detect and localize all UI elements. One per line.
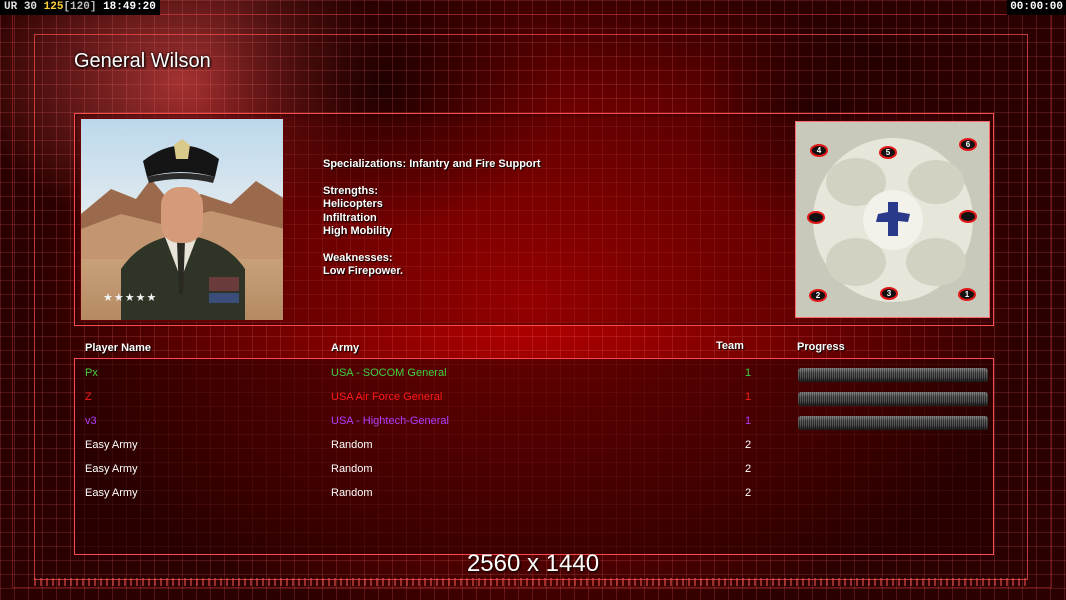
loading-screen: UR 30 125[120] 18:49:20 00:00:00 General… xyxy=(0,0,1066,600)
table-row: Z USA Air Force General 1 xyxy=(75,386,995,410)
game-timer: 00:00:00 xyxy=(1007,0,1066,15)
strengths-label: Strengths: xyxy=(323,184,378,197)
player-army: Random xyxy=(331,439,373,451)
general-title: General Wilson xyxy=(74,50,211,72)
general-portrait: ★★★★★ xyxy=(80,118,284,321)
fps-cap: [120] xyxy=(63,1,97,13)
table-row: Easy Army Random 2 xyxy=(75,482,995,506)
strength-item: Infiltration xyxy=(323,211,377,224)
column-header-progress: Progress xyxy=(797,341,845,353)
spawn-point: 5 xyxy=(879,146,897,159)
spawn-point: 2 xyxy=(809,289,827,302)
spawn-point xyxy=(807,211,825,224)
player-team: 1 xyxy=(745,415,752,427)
strength-item: High Mobility xyxy=(323,225,393,237)
spawn-point xyxy=(959,210,977,223)
player-roster: Px USA - SOCOM General 1 Z USA Air Force Gen… xyxy=(74,358,994,555)
table-row: Easy Army Random 2 xyxy=(75,434,995,458)
player-army: Random xyxy=(331,463,373,475)
spawn-point: 3 xyxy=(880,287,898,300)
loading-progress-bar xyxy=(798,368,988,382)
player-army: USA Air Force General xyxy=(331,391,443,403)
table-row: v3 USA - Hightech-General 1 xyxy=(75,410,995,434)
rank-stars: ★★★★★ xyxy=(103,292,158,304)
minimap: 4 5 6 2 3 1 xyxy=(795,121,990,318)
player-name: Z xyxy=(85,391,92,403)
strength-item: Helicopters xyxy=(323,198,383,210)
player-army: Random xyxy=(331,487,373,499)
player-team: 2 xyxy=(745,439,752,451)
table-row: Px USA - SOCOM General 1 xyxy=(75,362,995,386)
performance-hud: UR 30 125[120] 18:49:20 xyxy=(0,0,160,15)
player-name: Easy Army xyxy=(85,463,138,475)
weaknesses-label: Weaknesses: xyxy=(323,251,393,264)
spawn-point: 1 xyxy=(958,288,976,301)
player-name: Px xyxy=(85,367,98,379)
weakness-item: Low Firepower. xyxy=(323,265,404,277)
ur-label: UR xyxy=(4,1,18,13)
spawn-point: 6 xyxy=(959,138,977,151)
player-name: Easy Army xyxy=(85,487,138,499)
table-row: Easy Army Random 2 xyxy=(75,458,995,482)
loading-progress-bar xyxy=(798,416,988,430)
loading-progress-bar xyxy=(798,392,988,406)
player-army: USA - SOCOM General xyxy=(331,367,447,379)
player-army: USA - Hightech-General xyxy=(331,415,449,427)
column-header-team: Team xyxy=(716,340,744,352)
ur-value: 30 xyxy=(23,1,38,13)
player-team: 2 xyxy=(745,487,752,499)
player-team: 1 xyxy=(745,367,752,379)
resolution-caption: 2560 x 1440 xyxy=(466,550,600,577)
column-header-army: Army xyxy=(331,342,360,354)
footer-stripe xyxy=(34,578,1028,586)
general-description: Specializations: Infantry and Fire Suppo… xyxy=(323,158,541,279)
player-team: 1 xyxy=(745,391,752,403)
system-clock: 18:49:20 xyxy=(103,1,156,13)
column-header-player: Player Name xyxy=(85,342,152,354)
fps-value: 125 xyxy=(43,1,64,13)
player-team: 2 xyxy=(745,463,752,475)
spawn-point: 4 xyxy=(810,144,828,157)
player-name: Easy Army xyxy=(85,439,138,451)
player-name: v3 xyxy=(85,415,97,427)
specializations-text: Specializations: Infantry and Fire Suppo… xyxy=(323,158,541,170)
